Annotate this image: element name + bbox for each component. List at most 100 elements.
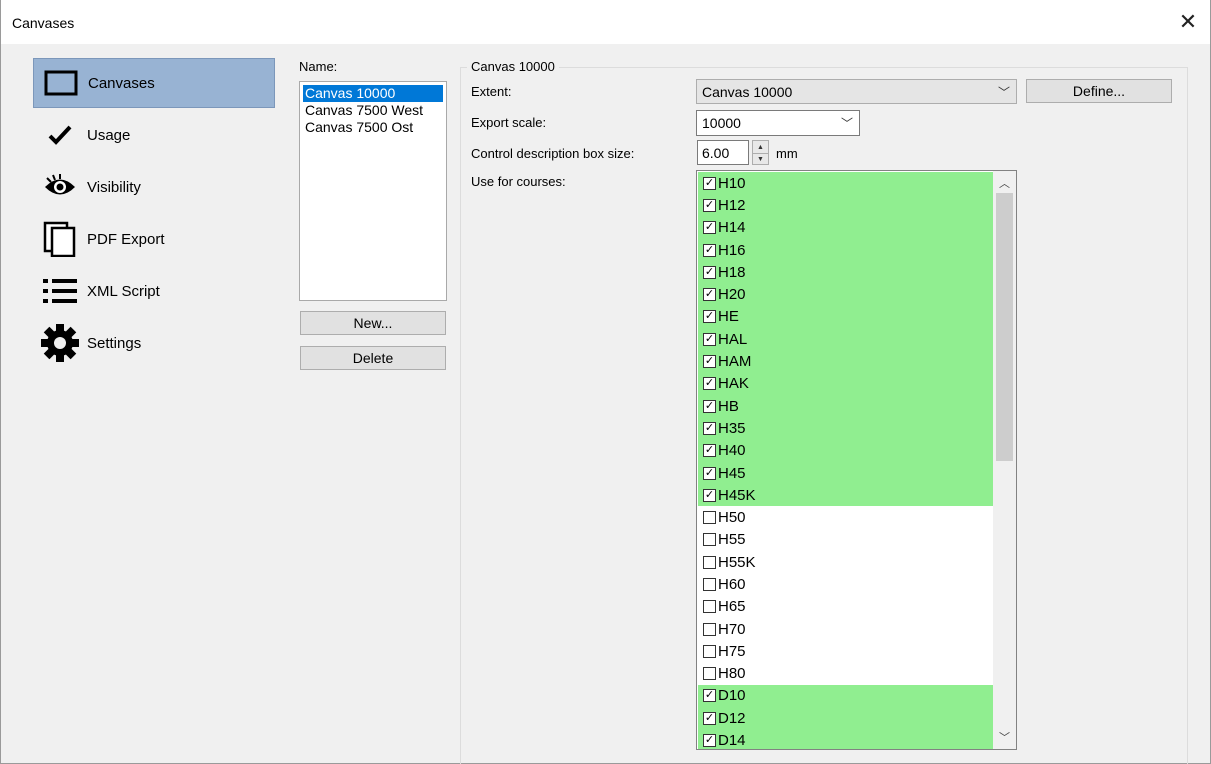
define-button[interactable]: Define... (1026, 79, 1172, 103)
list-item[interactable]: ✓ H35 (698, 417, 993, 440)
extent-label: Extent: (471, 84, 512, 99)
checkbox-checked-icon[interactable]: ✓ (703, 734, 716, 748)
checkbox-unchecked-icon[interactable] (703, 511, 716, 525)
checkbox-checked-icon[interactable]: ✓ (703, 221, 716, 235)
box-size-spinner[interactable]: ▲ ▼ (752, 140, 769, 165)
delete-button[interactable]: Delete (300, 346, 446, 370)
list-item[interactable]: H70 (698, 617, 993, 641)
checkbox-unchecked-icon[interactable] (703, 644, 716, 658)
list-item[interactable]: H60 (698, 573, 993, 596)
checkbox-unchecked-icon[interactable] (703, 622, 716, 636)
extent-select[interactable]: Canvas 10000 ﹀ (696, 79, 1017, 104)
checkbox-unchecked-icon[interactable] (703, 555, 716, 569)
title-bar: Canvases ✕ (1, 0, 1210, 44)
nav-label: Settings (87, 334, 142, 352)
list-item[interactable]: ✓ H16 (698, 238, 993, 262)
list-item[interactable]: Canvas 10000 (303, 85, 443, 102)
course-name: HAK (718, 375, 749, 393)
close-icon: ✕ (1178, 9, 1198, 34)
scrollbar[interactable]: ︿ ﹀ (993, 171, 1016, 749)
course-name: HE (718, 308, 739, 326)
checkbox-checked-icon[interactable]: ✓ (703, 711, 716, 725)
list-item[interactable]: H50 (698, 506, 993, 529)
course-checklist[interactable]: ✓ H10 ✓ H12 ✓ H14 ✓ H16 ✓ H18 ✓ H20 ✓ HE ✓ HAL ✓ HAM ✓ HAK ✓… (696, 170, 1017, 750)
courses-label: Use for courses: (471, 174, 566, 189)
checkbox-checked-icon[interactable]: ✓ (703, 377, 716, 391)
list-item[interactable]: ✓ D14 (698, 729, 993, 749)
list-item[interactable]: H55 (698, 528, 993, 552)
nav-item-visibility[interactable]: Visibility (33, 162, 275, 212)
nav-item-xml-script[interactable]: XML Script (33, 266, 275, 316)
list-item[interactable]: ✓ HB (698, 394, 993, 418)
checkbox-checked-icon[interactable]: ✓ (703, 421, 716, 435)
checkbox-checked-icon[interactable]: ✓ (703, 243, 716, 257)
course-name: H12 (718, 196, 746, 214)
checkbox-checked-icon[interactable]: ✓ (703, 265, 716, 279)
box-size-label: Control description box size: (471, 146, 635, 161)
checkbox-checked-icon[interactable]: ✓ (703, 488, 716, 502)
course-name: H60 (718, 575, 746, 593)
course-name: HAL (718, 330, 748, 348)
close-button[interactable]: ✕ (1166, 0, 1210, 44)
checkbox-checked-icon[interactable]: ✓ (703, 332, 716, 346)
scroll-up-icon[interactable]: ︿ (993, 173, 1016, 193)
checkbox-checked-icon[interactable]: ✓ (703, 198, 716, 212)
nav-label: Usage (87, 126, 131, 144)
spin-down-icon[interactable]: ▼ (753, 153, 768, 165)
course-name: H10 (718, 174, 746, 192)
course-name: H50 (718, 509, 746, 527)
checkbox-unchecked-icon[interactable] (703, 533, 716, 547)
list-item[interactable]: ✓ HAK (698, 372, 993, 395)
nav-label: XML Script (87, 282, 160, 300)
box-size-value: 6.00 (702, 144, 730, 161)
list-item[interactable]: ✓ H45K (698, 484, 993, 507)
list-item[interactable]: ✓ H45 (698, 461, 993, 485)
scrollbar-thumb[interactable] (996, 193, 1013, 461)
list-item[interactable]: Canvas 7500 Ost (303, 119, 443, 136)
course-name: H35 (718, 419, 746, 437)
scroll-down-icon[interactable]: ﹀ (993, 727, 1016, 747)
checkbox-unchecked-icon[interactable] (703, 577, 716, 591)
list-item[interactable]: H55K (698, 551, 993, 574)
nav-item-settings[interactable]: Settings (33, 318, 275, 368)
checkbox-checked-icon[interactable]: ✓ (703, 355, 716, 369)
pages-icon (33, 214, 87, 264)
list-item[interactable]: ✓ HE (698, 305, 993, 329)
list-item[interactable]: Canvas 7500 West (303, 102, 443, 119)
list-item[interactable]: ✓ D10 (698, 684, 993, 708)
checkbox-unchecked-icon[interactable] (703, 667, 716, 681)
chevron-down-icon: ﹀ (840, 116, 853, 131)
canvas-rectangle-icon (34, 58, 88, 108)
list-item[interactable]: ✓ HAM (698, 350, 993, 373)
course-name: H45 (718, 464, 746, 482)
list-item[interactable]: H80 (698, 662, 993, 685)
nav-item-pdf-export[interactable]: PDF Export (33, 214, 275, 264)
course-name: H70 (718, 620, 746, 638)
checkbox-checked-icon[interactable]: ✓ (703, 176, 716, 190)
list-item[interactable]: ✓ H10 (698, 172, 993, 195)
list-item[interactable]: H65 (698, 595, 993, 618)
box-size-input[interactable]: 6.00 (697, 140, 749, 165)
list-item[interactable]: ✓ H18 (698, 261, 993, 284)
checkbox-checked-icon[interactable]: ✓ (703, 310, 716, 324)
eye-icon (33, 162, 87, 212)
export-scale-select[interactable]: 10000 ﹀ (696, 110, 860, 136)
checkbox-unchecked-icon[interactable] (703, 600, 716, 614)
list-item[interactable]: ✓ H12 (698, 194, 993, 217)
nav-item-usage[interactable]: Usage (33, 110, 275, 160)
list-item[interactable]: ✓ H40 (698, 439, 993, 462)
checkbox-checked-icon[interactable]: ✓ (703, 444, 716, 458)
new-button[interactable]: New... (300, 311, 446, 335)
checkbox-checked-icon[interactable]: ✓ (703, 689, 716, 703)
list-item[interactable]: ✓ H20 (698, 283, 993, 306)
nav-item-canvases[interactable]: Canvases (33, 58, 275, 108)
list-item[interactable]: H75 (698, 640, 993, 663)
list-item[interactable]: ✓ HAL (698, 328, 993, 351)
list-item[interactable]: ✓ H14 (698, 216, 993, 239)
list-item[interactable]: ✓ D12 (698, 707, 993, 730)
spin-up-icon[interactable]: ▲ (753, 141, 768, 153)
checkbox-checked-icon[interactable]: ✓ (703, 288, 716, 302)
checkbox-checked-icon[interactable]: ✓ (703, 466, 716, 480)
canvas-name-list[interactable]: Canvas 10000 Canvas 7500 West Canvas 750… (299, 81, 447, 301)
checkbox-checked-icon[interactable]: ✓ (703, 399, 716, 413)
